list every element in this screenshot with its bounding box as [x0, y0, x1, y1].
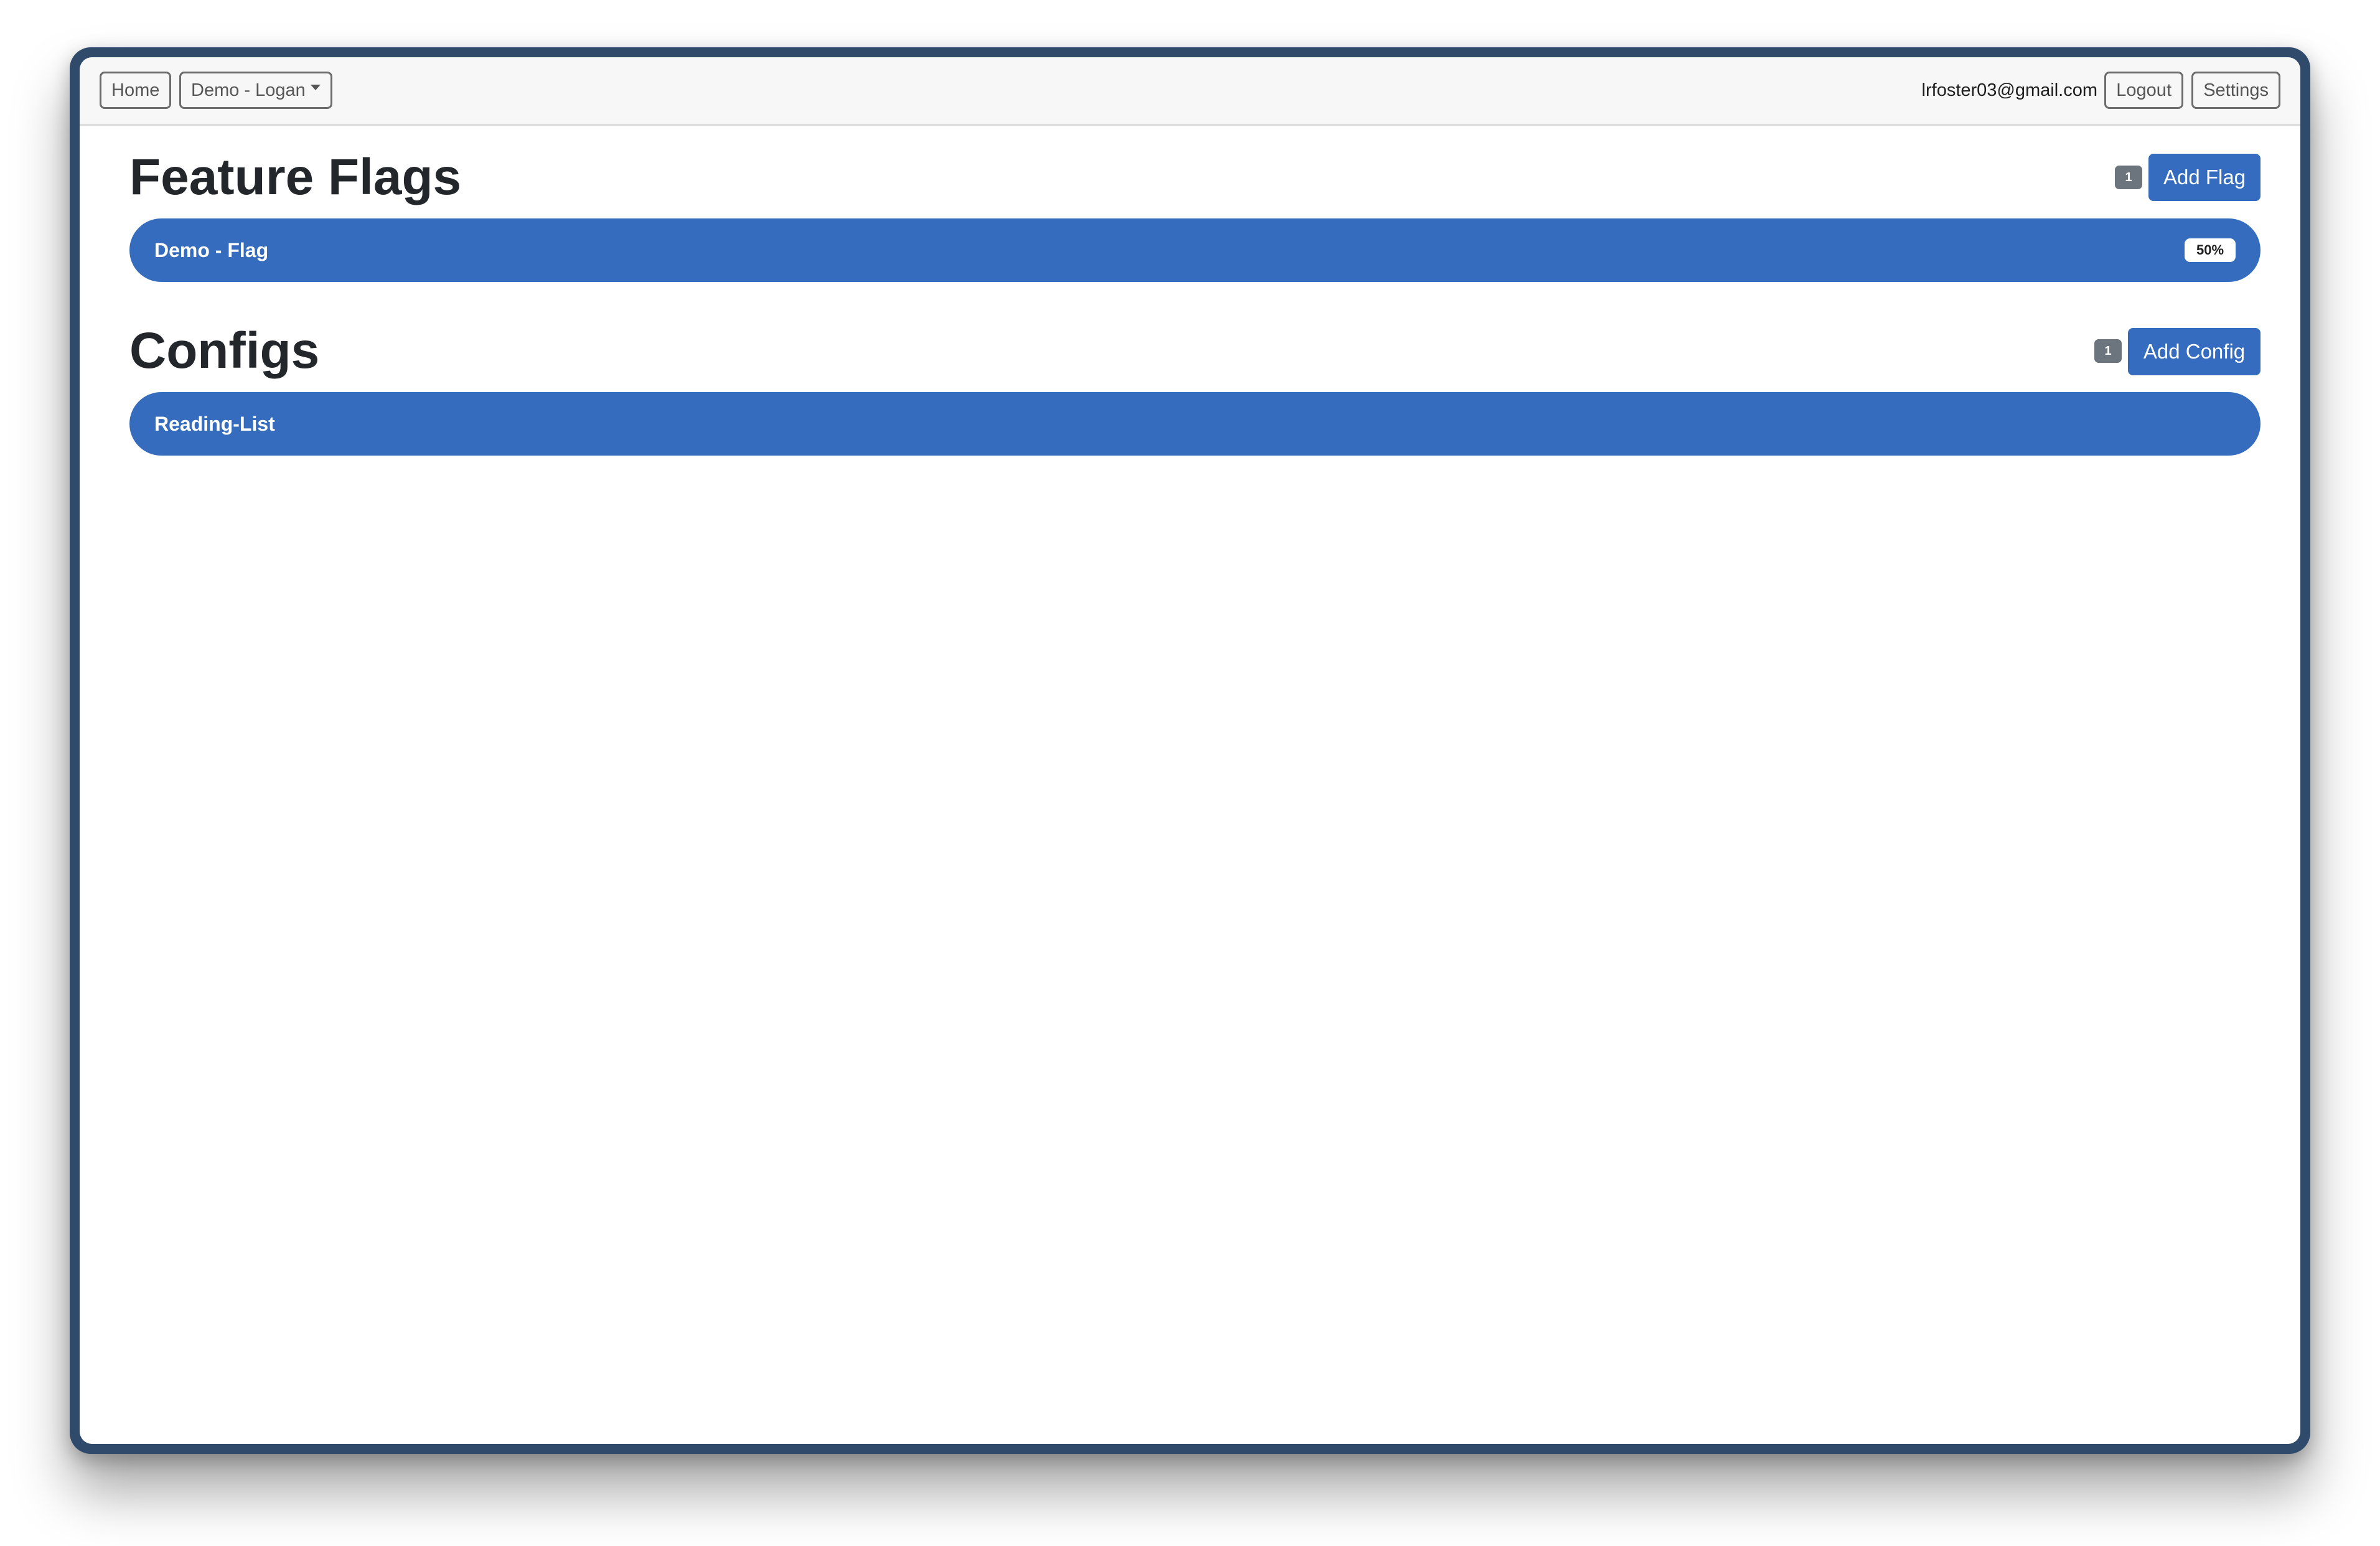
user-email: lrfoster03@gmail.com: [1921, 80, 2097, 100]
app-window: Home Demo - Logan lrfoster03@gmail.com L…: [80, 57, 2300, 1444]
configs-count-badge: 1: [2094, 339, 2122, 363]
project-dropdown-label: Demo - Logan: [191, 80, 306, 100]
configs-heading: Configs: [129, 322, 320, 379]
home-button[interactable]: Home: [100, 72, 172, 109]
feature-flags-count-badge: 1: [2115, 166, 2142, 189]
project-dropdown-button[interactable]: Demo - Logan: [179, 72, 332, 109]
chevron-down-icon: [310, 84, 321, 90]
add-flag-button[interactable]: Add Flag: [2148, 154, 2261, 201]
settings-button[interactable]: Settings: [2191, 72, 2280, 109]
flag-rollout-badge: 50%: [2185, 238, 2236, 262]
add-config-button[interactable]: Add Config: [2128, 328, 2261, 375]
logout-button[interactable]: Logout: [2104, 72, 2183, 109]
top-navbar: Home Demo - Logan lrfoster03@gmail.com L…: [80, 57, 2300, 126]
feature-flags-heading: Feature Flags: [129, 149, 462, 205]
config-name: Reading-List: [154, 413, 275, 435]
flag-name: Demo - Flag: [154, 239, 269, 261]
config-list-item[interactable]: Reading-List: [129, 392, 2261, 456]
flag-list-item[interactable]: Demo - Flag 50%: [129, 218, 2261, 282]
